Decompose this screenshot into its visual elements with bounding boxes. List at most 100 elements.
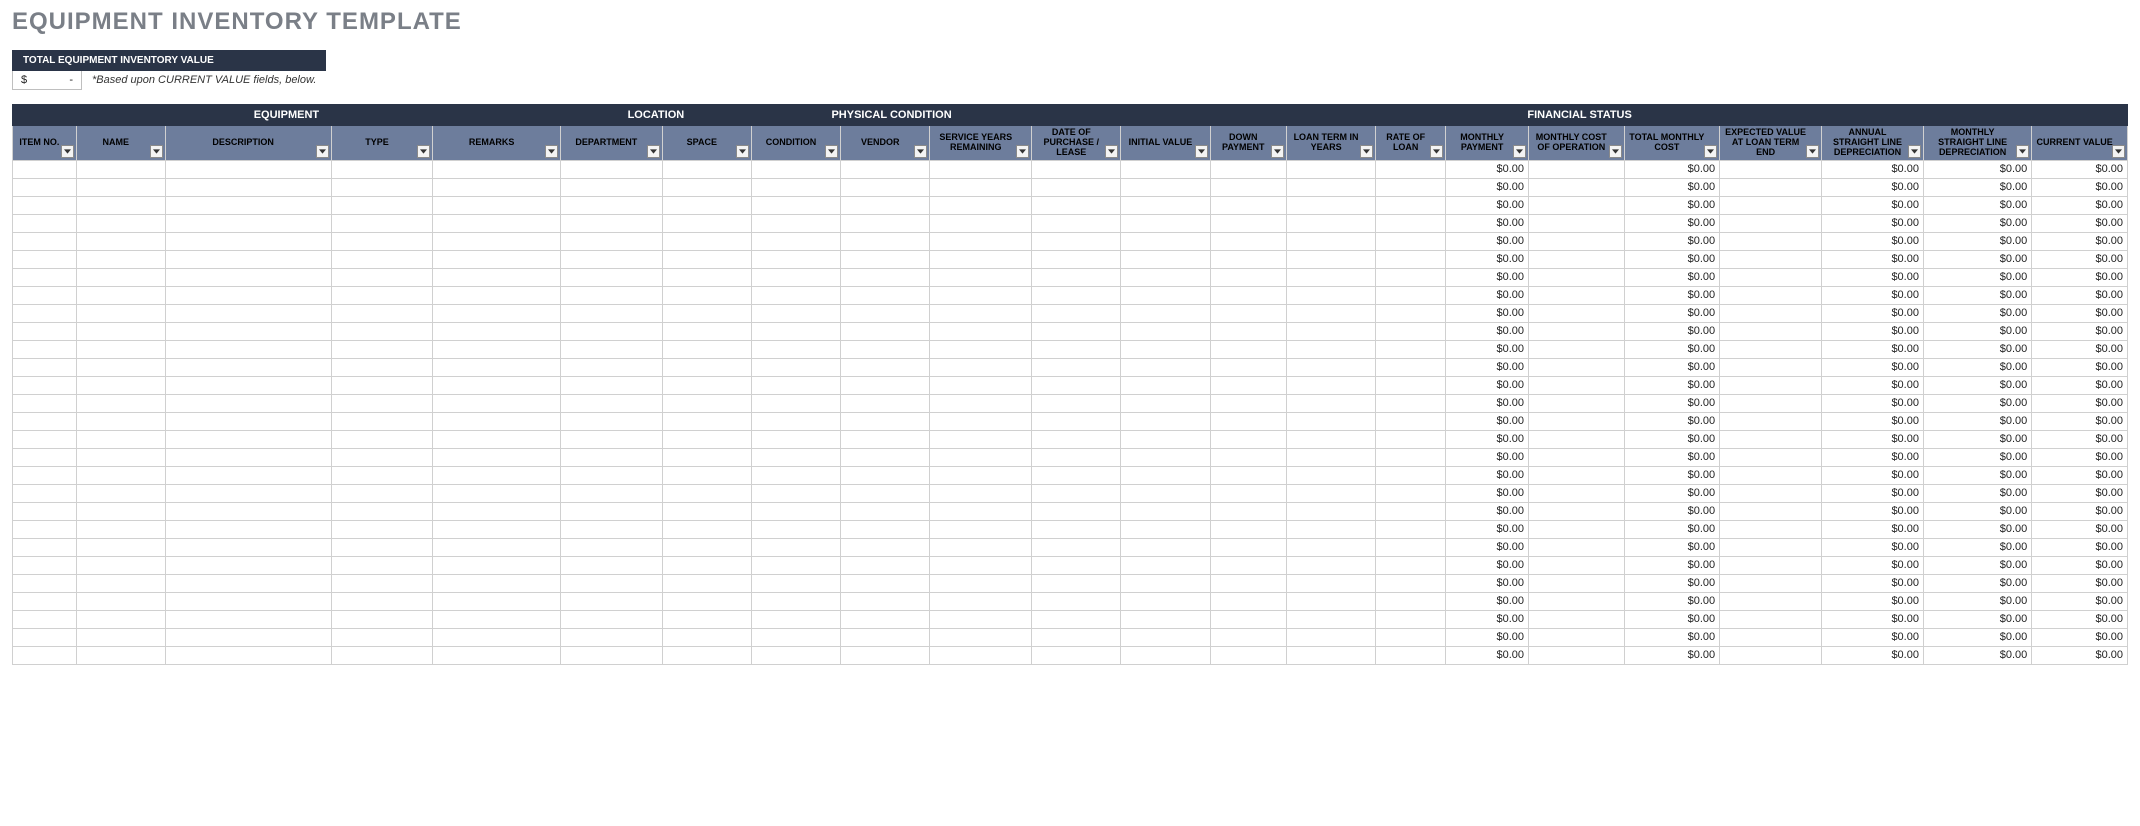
cell-expected-value[interactable] [1720,610,1822,628]
cell-initial-value[interactable] [1121,214,1210,232]
cell-current-value[interactable]: $0.00 [2032,412,2128,430]
cell-remarks[interactable] [433,592,560,610]
cell-loan-term[interactable] [1286,304,1375,322]
cell-current-value[interactable]: $0.00 [2032,520,2128,538]
cell-initial-value[interactable] [1121,268,1210,286]
cell-space[interactable] [662,484,751,502]
cell-name[interactable] [76,412,165,430]
cell-monthly-cost-op[interactable] [1529,556,1625,574]
cell-item-no[interactable] [13,196,77,214]
cell-date-purchase[interactable] [1032,466,1121,484]
cell-loan-term[interactable] [1286,214,1375,232]
cell-condition[interactable] [751,268,840,286]
cell-total-monthly[interactable]: $0.00 [1624,268,1720,286]
cell-space[interactable] [662,574,751,592]
cell-total-monthly[interactable]: $0.00 [1624,340,1720,358]
cell-department[interactable] [560,574,662,592]
cell-service-years[interactable] [930,556,1032,574]
cell-current-value[interactable]: $0.00 [2032,340,2128,358]
cell-name[interactable] [76,250,165,268]
cell-rate-loan[interactable] [1376,520,1446,538]
cell-condition[interactable] [751,412,840,430]
cell-annual-sl-dep[interactable]: $0.00 [1822,232,1924,250]
cell-condition[interactable] [751,448,840,466]
cell-department[interactable] [560,286,662,304]
cell-service-years[interactable] [930,412,1032,430]
cell-total-monthly[interactable]: $0.00 [1624,394,1720,412]
cell-loan-term[interactable] [1286,628,1375,646]
cell-current-value[interactable]: $0.00 [2032,574,2128,592]
cell-space[interactable] [662,160,751,178]
cell-initial-value[interactable] [1121,160,1210,178]
cell-item-no[interactable] [13,250,77,268]
cell-vendor[interactable] [841,430,930,448]
cell-remarks[interactable] [433,286,560,304]
cell-monthly-sl-dep[interactable]: $0.00 [1923,376,2031,394]
cell-monthly-sl-dep[interactable]: $0.00 [1923,340,2031,358]
filter-button-monthly-cost-op[interactable] [1609,145,1622,158]
cell-total-monthly[interactable]: $0.00 [1624,592,1720,610]
cell-rate-loan[interactable] [1376,412,1446,430]
cell-monthly-cost-op[interactable] [1529,304,1625,322]
cell-loan-term[interactable] [1286,412,1375,430]
cell-monthly-payment[interactable]: $0.00 [1446,322,1529,340]
cell-rate-loan[interactable] [1376,502,1446,520]
cell-total-monthly[interactable]: $0.00 [1624,322,1720,340]
cell-type[interactable] [331,394,433,412]
cell-expected-value[interactable] [1720,340,1822,358]
cell-total-monthly[interactable]: $0.00 [1624,232,1720,250]
cell-space[interactable] [662,232,751,250]
cell-description[interactable] [165,448,331,466]
cell-name[interactable] [76,232,165,250]
cell-loan-term[interactable] [1286,574,1375,592]
cell-description[interactable] [165,178,331,196]
cell-rate-loan[interactable] [1376,448,1446,466]
cell-department[interactable] [560,628,662,646]
cell-vendor[interactable] [841,502,930,520]
cell-item-no[interactable] [13,304,77,322]
cell-department[interactable] [560,358,662,376]
cell-department[interactable] [560,484,662,502]
cell-total-monthly[interactable]: $0.00 [1624,412,1720,430]
cell-monthly-payment[interactable]: $0.00 [1446,592,1529,610]
cell-date-purchase[interactable] [1032,430,1121,448]
cell-rate-loan[interactable] [1376,358,1446,376]
cell-monthly-sl-dep[interactable]: $0.00 [1923,394,2031,412]
cell-space[interactable] [662,178,751,196]
cell-loan-term[interactable] [1286,592,1375,610]
cell-condition[interactable] [751,502,840,520]
cell-vendor[interactable] [841,232,930,250]
cell-date-purchase[interactable] [1032,358,1121,376]
cell-current-value[interactable]: $0.00 [2032,304,2128,322]
cell-department[interactable] [560,466,662,484]
filter-button-date-purchase[interactable] [1105,145,1118,158]
cell-expected-value[interactable] [1720,286,1822,304]
cell-item-no[interactable] [13,160,77,178]
cell-condition[interactable] [751,574,840,592]
cell-total-monthly[interactable]: $0.00 [1624,466,1720,484]
cell-current-value[interactable]: $0.00 [2032,322,2128,340]
cell-expected-value[interactable] [1720,160,1822,178]
filter-button-vendor[interactable] [914,145,927,158]
cell-department[interactable] [560,502,662,520]
cell-condition[interactable] [751,250,840,268]
cell-current-value[interactable]: $0.00 [2032,628,2128,646]
cell-annual-sl-dep[interactable]: $0.00 [1822,376,1924,394]
cell-down-payment[interactable] [1210,160,1286,178]
cell-expected-value[interactable] [1720,178,1822,196]
cell-department[interactable] [560,646,662,664]
cell-type[interactable] [331,592,433,610]
cell-total-monthly[interactable]: $0.00 [1624,196,1720,214]
cell-service-years[interactable] [930,610,1032,628]
cell-initial-value[interactable] [1121,466,1210,484]
cell-annual-sl-dep[interactable]: $0.00 [1822,646,1924,664]
cell-vendor[interactable] [841,322,930,340]
cell-rate-loan[interactable] [1376,214,1446,232]
cell-expected-value[interactable] [1720,412,1822,430]
cell-monthly-payment[interactable]: $0.00 [1446,646,1529,664]
cell-initial-value[interactable] [1121,250,1210,268]
cell-date-purchase[interactable] [1032,610,1121,628]
cell-service-years[interactable] [930,340,1032,358]
cell-initial-value[interactable] [1121,412,1210,430]
cell-remarks[interactable] [433,556,560,574]
